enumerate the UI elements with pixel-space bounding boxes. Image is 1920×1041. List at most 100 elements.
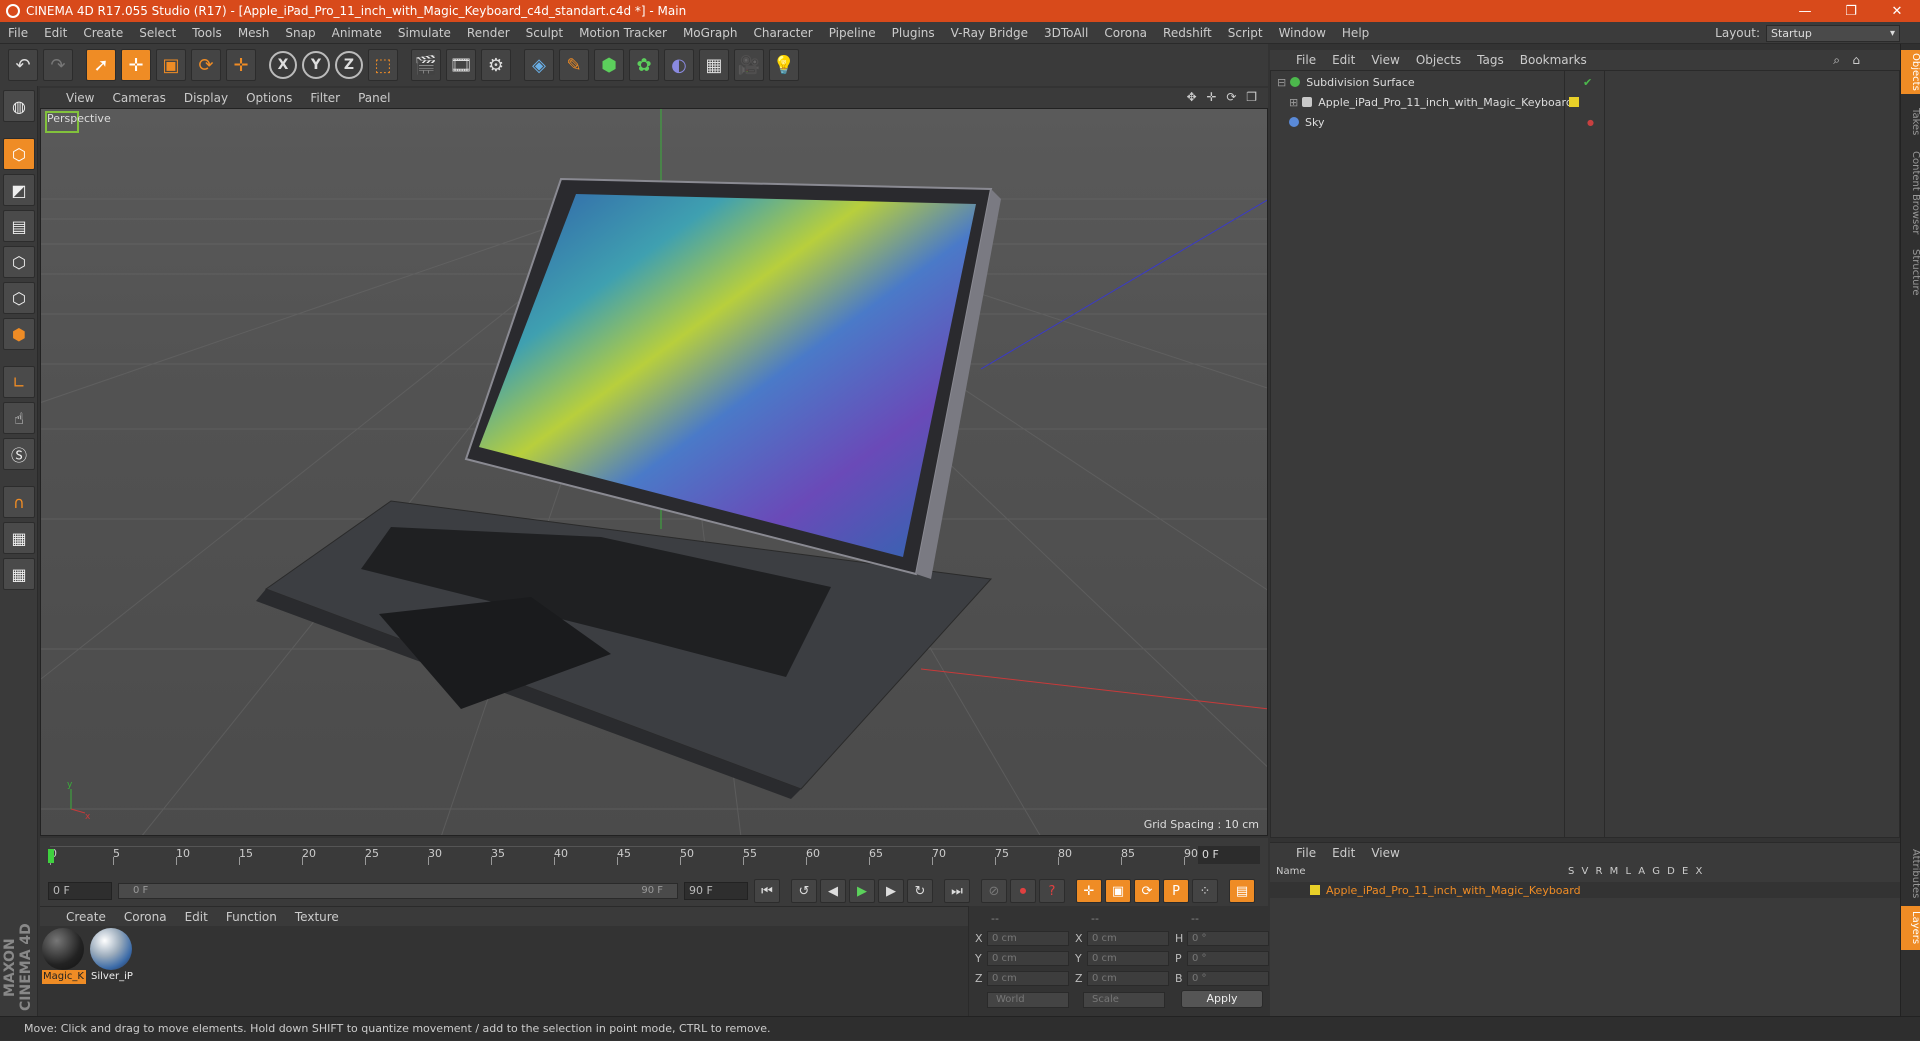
render-picture-viewer-icon[interactable]: 🎞 xyxy=(446,49,476,81)
axis-mode-icon[interactable]: ∟ xyxy=(3,366,35,398)
layer-menu-view[interactable]: View xyxy=(1371,846,1399,860)
current-frame-field[interactable]: 0 F xyxy=(1198,846,1260,864)
object-name[interactable]: Sky xyxy=(1305,116,1324,129)
menu-tools[interactable]: Tools xyxy=(184,26,230,40)
menu-window[interactable]: Window xyxy=(1271,26,1334,40)
tab-layers[interactable]: Layers xyxy=(1901,906,1920,950)
make-editable-icon[interactable]: ◍ xyxy=(3,90,35,122)
object-name[interactable]: Subdivision Surface xyxy=(1306,76,1414,89)
minimize-button[interactable]: — xyxy=(1782,4,1828,19)
viewport-navigation-icons[interactable]: ✥ ✛ ⟳ ❐ xyxy=(1187,90,1260,104)
material-menu-edit[interactable]: Edit xyxy=(185,910,208,924)
object-menu-view[interactable]: View xyxy=(1371,53,1399,67)
record-keyframe-icon[interactable]: ⏺ xyxy=(1010,879,1036,903)
rotation-h-field[interactable]: 0 ° xyxy=(1187,930,1269,946)
y-axis-icon[interactable]: Y xyxy=(302,51,330,79)
viewport-menu-panel[interactable]: Panel xyxy=(358,91,390,105)
floor-scene-icon[interactable]: ▦ xyxy=(699,49,729,81)
tab-structure[interactable]: Structure xyxy=(1901,242,1920,302)
object-row[interactable]: Sky ● xyxy=(1271,113,1899,131)
auto-keying-icon[interactable]: ? xyxy=(1039,879,1065,903)
snap-magnet-icon[interactable]: ∩ xyxy=(3,486,35,518)
tab-objects[interactable]: Objects xyxy=(1901,50,1920,94)
menu-simulate[interactable]: Simulate xyxy=(390,26,459,40)
layer-color-icon[interactable] xyxy=(1569,97,1579,107)
home-icon[interactable]: ⌂ xyxy=(1852,53,1860,67)
menu-character[interactable]: Character xyxy=(745,26,820,40)
checkmark-icon[interactable]: ✔ xyxy=(1583,76,1592,89)
layer-row[interactable]: Apple_iPad_Pro_11_inch_with_Magic_Keyboa… xyxy=(1270,882,1900,898)
menu-mograph[interactable]: MoGraph xyxy=(675,26,746,40)
playhead-marker[interactable] xyxy=(48,849,54,863)
rotation-b-field[interactable]: 0 ° xyxy=(1187,970,1269,986)
scale-tool-icon[interactable]: ▣ xyxy=(156,49,186,81)
select-arrow-icon[interactable]: ➚ xyxy=(86,49,116,81)
play-icon[interactable]: ▶ xyxy=(849,879,875,903)
menu-vray-bridge[interactable]: V-Ray Bridge xyxy=(943,26,1036,40)
object-row[interactable]: ⊞ Apple_iPad_Pro_11_inch_with_Magic_Keyb… xyxy=(1271,93,1899,111)
menu-file[interactable]: File xyxy=(0,26,36,40)
pen-spline-icon[interactable]: ✎ xyxy=(559,49,589,81)
object-menu-bookmarks[interactable]: Bookmarks xyxy=(1520,53,1587,67)
coordinate-space-dropdown[interactable]: World xyxy=(987,992,1069,1008)
deformer-icon[interactable]: ◐ xyxy=(664,49,694,81)
prev-key-icon[interactable]: ↺ xyxy=(791,879,817,903)
menu-select[interactable]: Select xyxy=(131,26,184,40)
cube-primitive-icon[interactable]: ◈ xyxy=(524,49,554,81)
go-to-end-icon[interactable]: ⏭ xyxy=(944,879,970,903)
material-menu-corona[interactable]: Corona xyxy=(124,910,167,924)
menu-snap[interactable]: Snap xyxy=(277,26,323,40)
render-view-icon[interactable]: 🎬 xyxy=(411,49,441,81)
menu-create[interactable]: Create xyxy=(75,26,131,40)
key-scale-icon[interactable]: ▣ xyxy=(1105,879,1131,903)
object-menu-objects[interactable]: Objects xyxy=(1416,53,1461,67)
menu-motion-tracker[interactable]: Motion Tracker xyxy=(571,26,675,40)
recent-tool-icon[interactable]: ✛ xyxy=(226,49,256,81)
menu-mesh[interactable]: Mesh xyxy=(230,26,278,40)
start-frame-field[interactable]: 0 F xyxy=(48,882,112,900)
undo-icon[interactable]: ↶ xyxy=(8,49,38,81)
material-swatch[interactable]: Silver_iP xyxy=(90,928,134,986)
viewport-menu-filter[interactable]: Filter xyxy=(310,91,340,105)
restore-button[interactable]: ❐ xyxy=(1828,4,1874,19)
key-parameter-icon[interactable]: P xyxy=(1163,879,1189,903)
size-z-field[interactable]: 0 cm xyxy=(1087,970,1169,986)
move-tool-icon[interactable]: ✛ xyxy=(121,49,151,81)
viewport-menu-view[interactable]: View xyxy=(66,91,94,105)
end-frame-field[interactable]: 90 F xyxy=(684,882,748,900)
material-menu-texture[interactable]: Texture xyxy=(295,910,339,924)
object-menu-file[interactable]: File xyxy=(1296,53,1316,67)
menu-edit[interactable]: Edit xyxy=(36,26,75,40)
menu-sculpt[interactable]: Sculpt xyxy=(518,26,571,40)
expand-icon[interactable]: ⊞ xyxy=(1289,96,1298,109)
object-menu-tags[interactable]: Tags xyxy=(1477,53,1504,67)
tab-attributes[interactable]: Attributes xyxy=(1901,844,1920,904)
key-rotation-icon[interactable]: ⟳ xyxy=(1134,879,1160,903)
locked-workplane-icon[interactable]: ▦ xyxy=(3,522,35,554)
coordinate-system-icon[interactable]: ⬚ xyxy=(368,49,398,81)
layer-name[interactable]: Apple_iPad_Pro_11_inch_with_Magic_Keyboa… xyxy=(1326,884,1581,897)
z-axis-icon[interactable]: Z xyxy=(335,51,363,79)
rotation-p-field[interactable]: 0 ° xyxy=(1187,950,1269,966)
motion-record-icon[interactable]: ⊘ xyxy=(981,879,1007,903)
position-z-field[interactable]: 0 cm xyxy=(987,970,1069,986)
subdivision-generator-icon[interactable]: ⬢ xyxy=(594,49,624,81)
render-dot-icon[interactable]: ● xyxy=(1587,118,1594,127)
size-y-field[interactable]: 0 cm xyxy=(1087,950,1169,966)
menu-script[interactable]: Script xyxy=(1220,26,1271,40)
frame-range-slider[interactable]: 0 F 90 F xyxy=(118,883,678,899)
planar-workplane-icon[interactable]: ▦ xyxy=(3,558,35,590)
search-icon[interactable]: ⌕ xyxy=(1833,53,1840,68)
material-swatch[interactable]: Magic_K xyxy=(42,928,86,986)
tab-takes[interactable]: Takes xyxy=(1901,102,1920,142)
layer-menu-edit[interactable]: Edit xyxy=(1332,846,1355,860)
polygons-mode-icon[interactable]: ⬢ xyxy=(3,318,35,350)
menu-corona[interactable]: Corona xyxy=(1096,26,1155,40)
model-mode-icon[interactable]: ⬡ xyxy=(3,138,35,170)
go-to-start-icon[interactable]: ⏮ xyxy=(754,879,780,903)
viewport-menu-cameras[interactable]: Cameras xyxy=(112,91,165,105)
tab-content-browser[interactable]: Content Browser xyxy=(1901,148,1920,238)
next-frame-icon[interactable]: ▶ xyxy=(878,879,904,903)
timeline-ruler[interactable]: 0 5 10 15 20 25 30 35 40 45 50 55 60 65 … xyxy=(48,846,1198,868)
timeline-window-icon[interactable]: ▤ xyxy=(1229,879,1255,903)
